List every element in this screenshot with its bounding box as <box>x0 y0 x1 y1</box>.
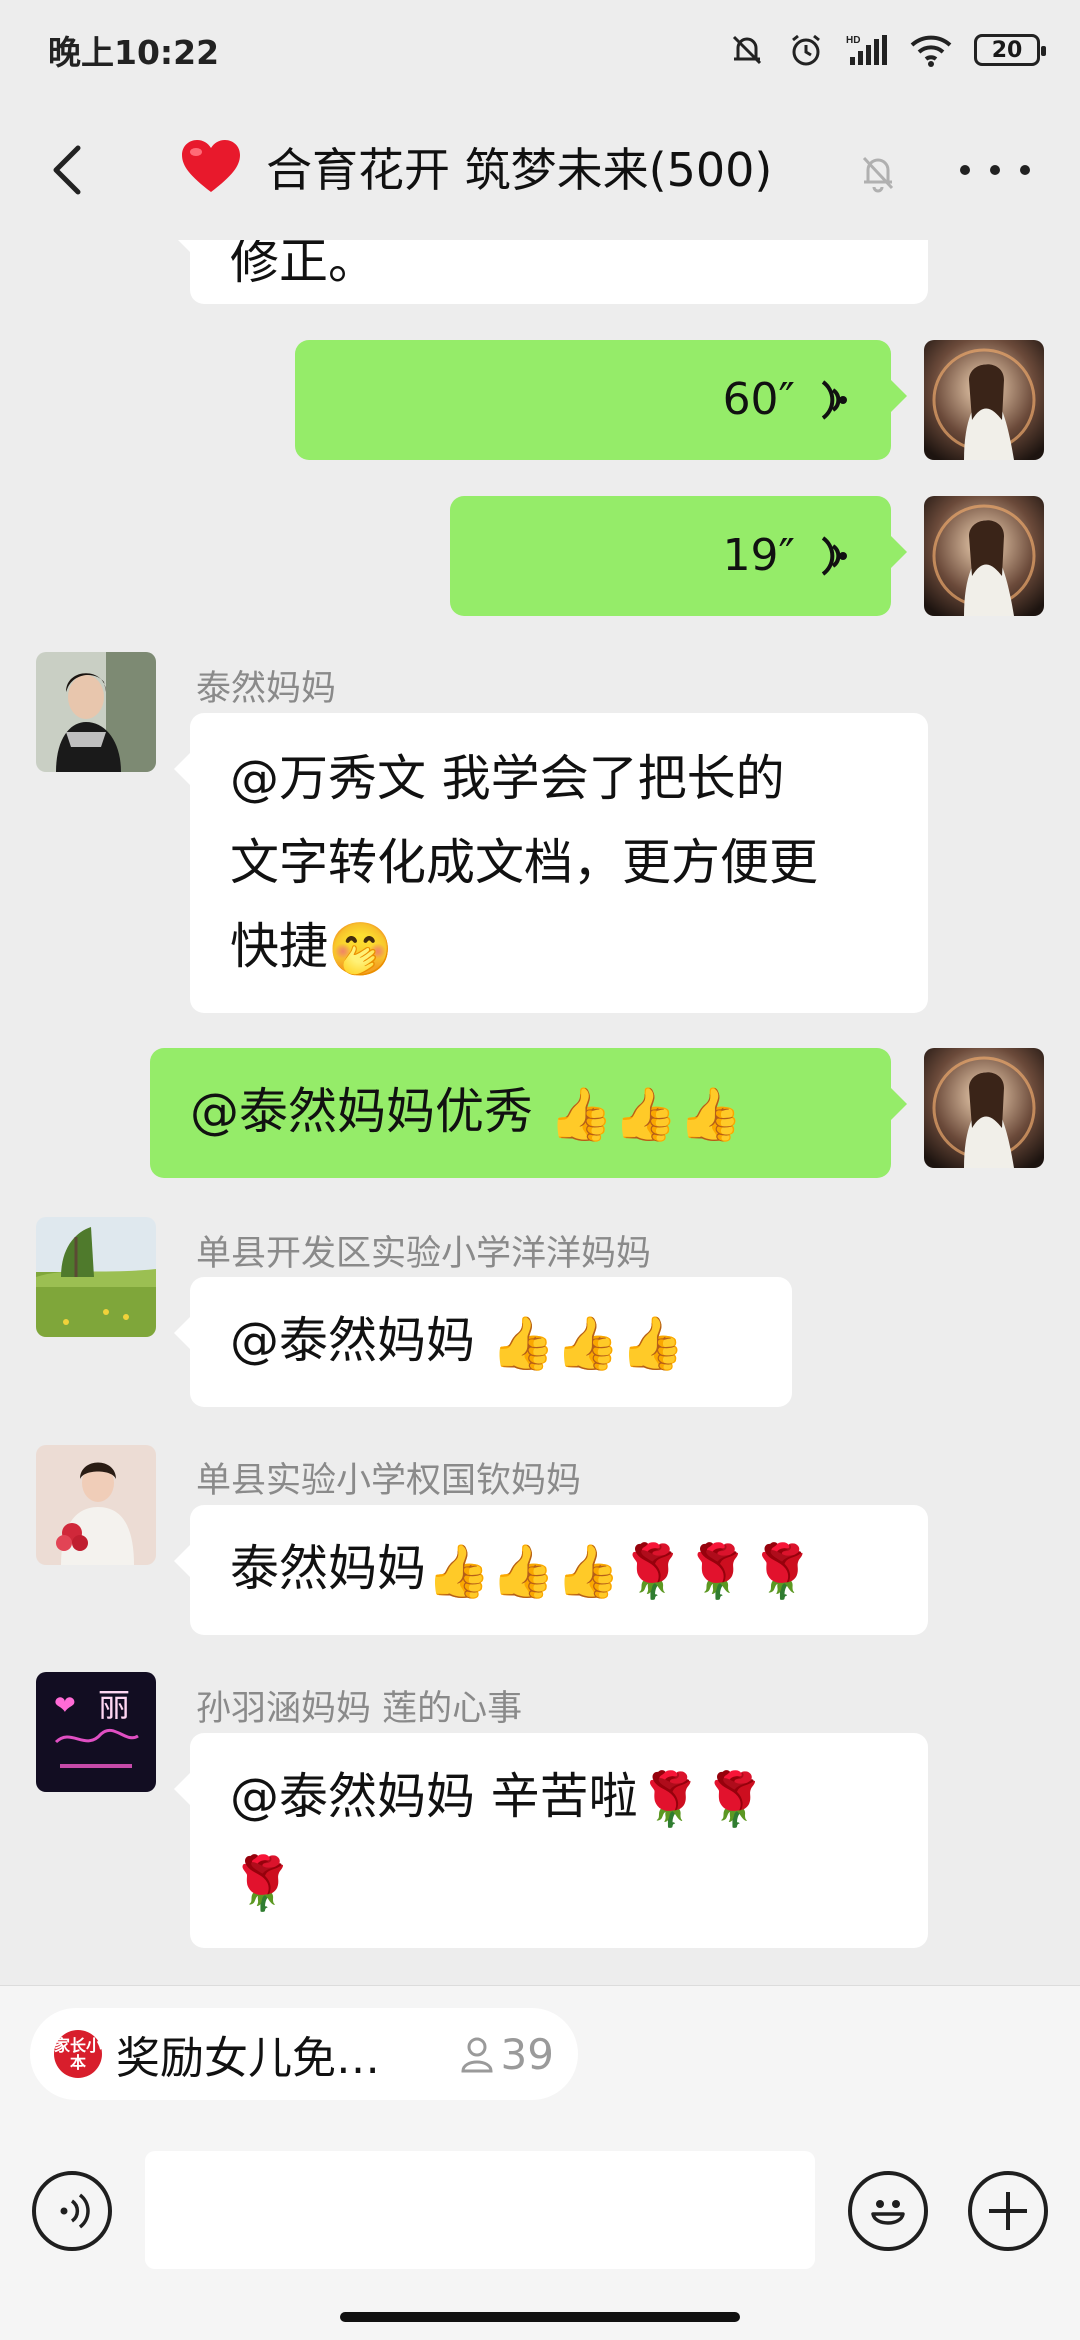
signal-icon: HD <box>846 35 887 65</box>
alarm-icon <box>792 34 820 66</box>
self-avatar[interactable] <box>924 1048 1044 1168</box>
emoji: 🤭 <box>328 919 393 980</box>
sender-name: 单县开发区实验小学洋洋妈妈 <box>196 1234 652 1274</box>
sender-name: 单县实验小学权国钦妈妈 <box>196 1461 582 1501</box>
sender-avatar[interactable] <box>36 652 156 772</box>
message-text: 泰然妈妈 <box>230 1540 427 1597</box>
chat-messages: 修正。 60″ 19″ 泰然妈妈 @万秀文 我学会了把长的 文字转化成文档，更方… <box>0 240 1080 1985</box>
mute-notifications-icon <box>732 35 762 65</box>
voice-icon <box>60 2193 90 2229</box>
status-time: 晚上10:22 <box>48 33 220 72</box>
status-bar: 晚上10:22 HD 20 <box>0 0 1080 100</box>
emoji: 👍👍👍 <box>548 1084 743 1145</box>
sender-avatar[interactable] <box>36 1217 156 1337</box>
home-indicator[interactable] <box>340 2312 740 2322</box>
mini-program-pill[interactable]: 家长小本 奖励女儿免… 39 <box>30 2008 578 2100</box>
message-line: 文字转化成文档，更方便更 <box>230 834 819 891</box>
sender-avatar[interactable] <box>36 1445 156 1565</box>
message-text: 修正。 <box>230 240 378 290</box>
back-arrow-icon[interactable] <box>40 140 100 200</box>
svg-text:丽: 丽 <box>98 1686 130 1724</box>
smiley-icon <box>871 2200 905 2225</box>
message-text: @泰然妈妈 辛苦啦 <box>230 1768 638 1825</box>
mini-program-title: 奖励女儿免… <box>116 2033 380 2084</box>
chat-header: 合育花开 筑梦未来(500) <box>0 100 1080 240</box>
mini-program-logo: 家长小本 <box>54 2030 102 2078</box>
plus-icon <box>989 2192 1027 2230</box>
heart-icon <box>182 140 240 192</box>
message-bubble[interactable]: 泰然妈妈👍👍👍🌹🌹🌹 <box>174 1505 928 1635</box>
emoji: 👍👍👍 <box>490 1313 685 1374</box>
muted-bell-icon <box>862 156 894 193</box>
message-bubble[interactable]: @泰然妈妈 辛苦啦🌹🌹 🌹 <box>174 1733 928 1948</box>
emoji: 👍👍👍🌹🌹🌹 <box>426 1541 815 1602</box>
more-functions-button[interactable] <box>968 2171 1048 2251</box>
self-avatar[interactable] <box>924 496 1044 616</box>
svg-text:❤: ❤ <box>54 1691 76 1721</box>
voice-wave-icon <box>821 380 847 420</box>
message-text: @泰然妈妈优秀 <box>190 1083 549 1140</box>
sender-name: 孙羽涵妈妈 莲的心事 <box>196 1689 523 1729</box>
voice-duration: 60″ <box>722 374 795 425</box>
emoji-button[interactable] <box>848 2171 928 2251</box>
emoji: 🌹 <box>230 1853 295 1914</box>
message-bubble[interactable]: @万秀文 我学会了把长的 文字转化成文档，更方便更 快捷🤭 <box>174 713 928 1013</box>
message-bubble-partial[interactable]: 修正。 <box>174 240 928 304</box>
voice-wave-icon <box>821 536 847 576</box>
message-input[interactable] <box>145 2151 815 2269</box>
chat-title: 合育花开 筑梦未来(500) <box>180 134 772 200</box>
status-icons: HD 20 <box>728 31 1046 69</box>
voice-message-19[interactable]: 19″ <box>450 496 907 616</box>
message-bubble[interactable]: @泰然妈妈 👍👍👍 <box>174 1277 792 1407</box>
voice-message-60[interactable]: 60″ <box>295 340 907 460</box>
battery-icon: 20 <box>974 34 1046 66</box>
message-text: @泰然妈妈 <box>230 1312 491 1369</box>
group-name: 合育花开 筑梦未来(500) <box>266 143 773 197</box>
voice-input-button[interactable] <box>32 2171 112 2251</box>
person-icon <box>461 2037 493 2073</box>
message-bubble-self[interactable]: @泰然妈妈优秀 👍👍👍 <box>150 1048 907 1178</box>
message-line: 快捷 <box>230 918 329 975</box>
wifi-icon <box>910 35 952 67</box>
voice-duration: 19″ <box>722 530 795 581</box>
input-bar <box>0 2151 1080 2271</box>
self-avatar[interactable] <box>924 340 1044 460</box>
bottom-panel: 家长小本 奖励女儿免… 39 <box>0 1985 1080 2340</box>
svg-text:HD: HD <box>846 35 860 46</box>
participant-count: 39 <box>459 2030 554 2079</box>
message-line: @万秀文 我学会了把长的 <box>230 750 785 807</box>
battery-level: 20 <box>991 37 1023 63</box>
count-value: 39 <box>500 2029 554 2079</box>
sender-avatar[interactable]: ❤ 丽 <box>36 1672 156 1792</box>
emoji: 🌹🌹 <box>637 1769 768 1830</box>
sender-name: 泰然妈妈 <box>196 669 337 709</box>
more-options-button[interactable] <box>960 148 1030 192</box>
